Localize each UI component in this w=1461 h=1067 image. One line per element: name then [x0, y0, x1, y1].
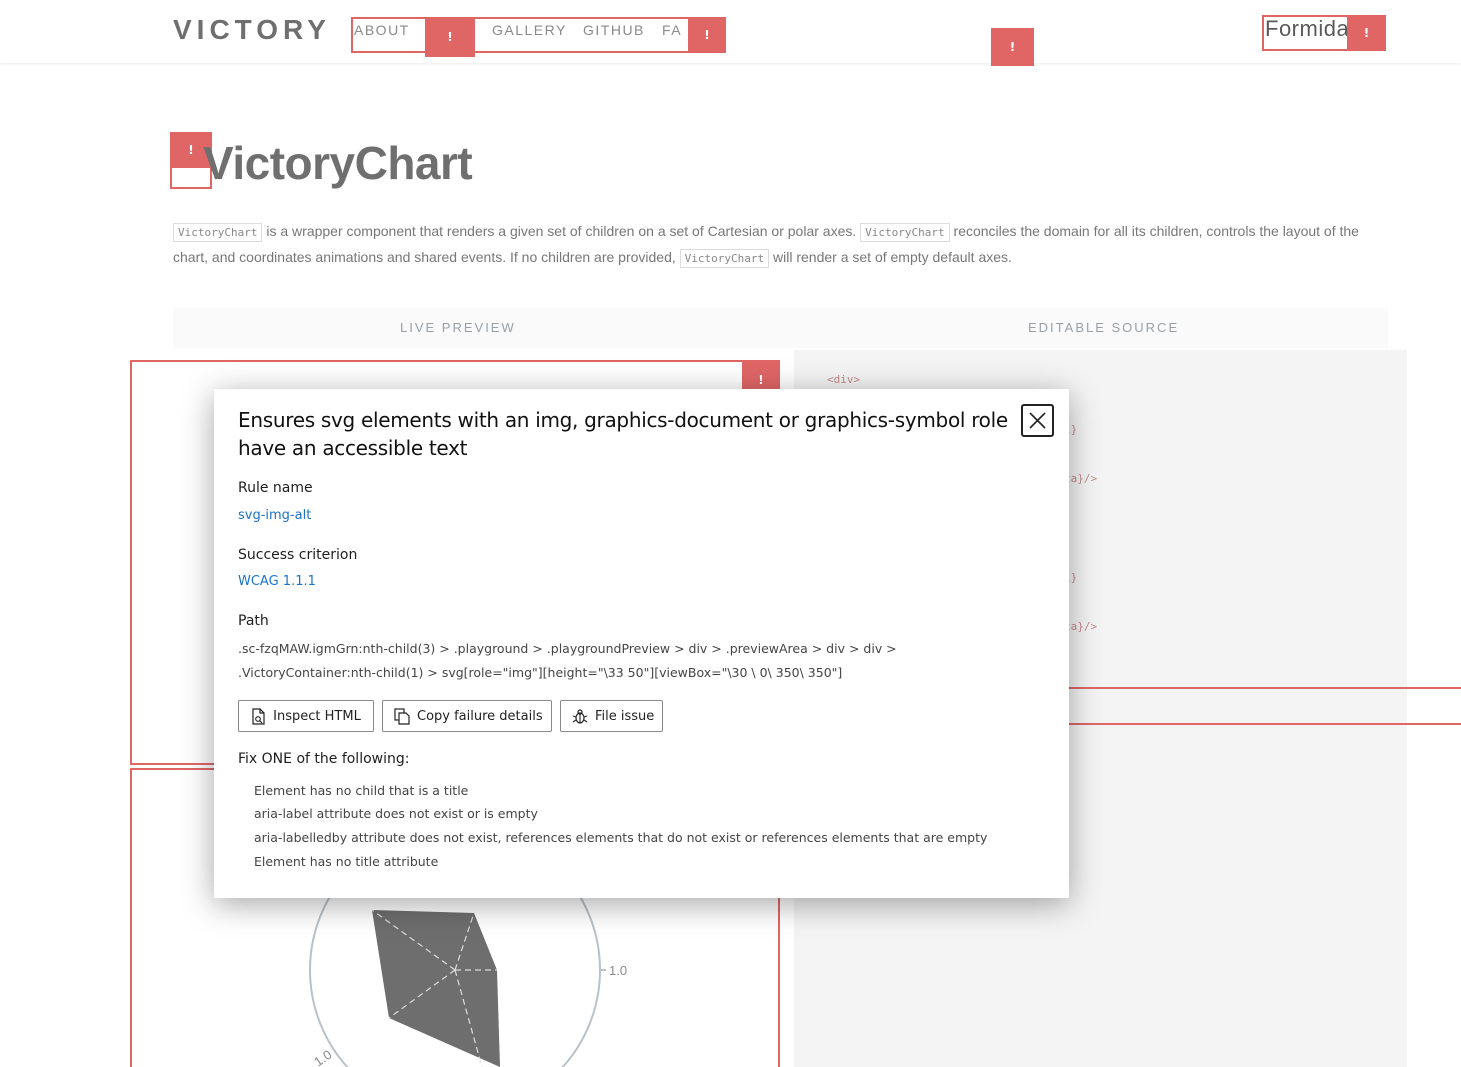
- failure-details-dialog: Ensures svg elements with an img, graphi…: [214, 389, 1069, 898]
- a11y-flag-icon[interactable]: !: [427, 19, 473, 55]
- chart-tick-label: 1.0: [311, 1047, 334, 1067]
- copy-failure-details-label: Copy failure details: [417, 708, 543, 724]
- copy-icon: [394, 708, 410, 725]
- site-header: VICTORY ABOUT GALLERY GITHUB FA Formida: [0, 0, 1461, 63]
- intro-text: will render a set of empty default axes.: [769, 249, 1012, 265]
- fix-item: aria-label attribute does not exist or i…: [254, 806, 538, 821]
- code-chip: VictoryChart: [860, 223, 950, 242]
- playground-tabs: [173, 308, 1388, 348]
- page-title: VictoryChart: [203, 137, 473, 189]
- chart-data-polygon: [372, 910, 500, 1067]
- intro-paragraph: VictoryChart is a wrapper component that…: [173, 219, 1388, 271]
- chart-tick-label: 1.0: [609, 963, 627, 978]
- rule-name-link[interactable]: svg-img-alt: [238, 508, 311, 523]
- fix-item: Element has no title attribute: [254, 854, 439, 869]
- source-line: <div>: [827, 373, 861, 386]
- tab-live-preview[interactable]: LIVE PREVIEW: [400, 320, 516, 335]
- close-button[interactable]: [1021, 404, 1054, 437]
- inspect-html-button[interactable]: Inspect HTML: [238, 700, 374, 732]
- dialog-title: Ensures svg elements with an img, graphi…: [238, 408, 1008, 460]
- a11y-flag-icon[interactable]: !: [991, 28, 1034, 66]
- inspect-icon: [252, 708, 265, 725]
- fix-label: Fix ONE of the following:: [238, 751, 410, 767]
- a11y-highlight-source: [1066, 687, 1461, 725]
- a11y-flag-icon[interactable]: !: [688, 17, 726, 53]
- rule-name-label: Rule name: [238, 480, 313, 496]
- copy-failure-details-button[interactable]: Copy failure details: [382, 700, 552, 732]
- a11y-highlight-nav-about: [351, 17, 427, 53]
- fix-item: aria-labelledby attribute does not exist…: [254, 830, 988, 845]
- inspect-html-label: Inspect HTML: [273, 708, 361, 724]
- element-path: .sc-fzqMAW.igmGrn:nth-child(3) > .playgr…: [238, 641, 897, 680]
- code-chip: VictoryChart: [679, 249, 770, 268]
- tab-editable-source[interactable]: EDITABLE SOURCE: [1028, 320, 1179, 335]
- intro-text: is a wrapper component that renders a gi…: [262, 223, 861, 239]
- code-chip: VictoryChart: [173, 223, 263, 242]
- file-issue-button[interactable]: File issue: [560, 700, 663, 732]
- close-icon: [1029, 412, 1046, 429]
- path-label: Path: [238, 613, 269, 629]
- a11y-flag-icon[interactable]: !: [1347, 15, 1386, 51]
- success-criterion-link[interactable]: WCAG 1.1.1: [238, 574, 316, 589]
- bug-icon: [572, 709, 588, 724]
- file-issue-label: File issue: [595, 708, 655, 724]
- fix-item: Element has no child that is a title: [254, 783, 469, 798]
- victory-logo[interactable]: VICTORY: [173, 14, 331, 46]
- success-criterion-label: Success criterion: [238, 547, 358, 563]
